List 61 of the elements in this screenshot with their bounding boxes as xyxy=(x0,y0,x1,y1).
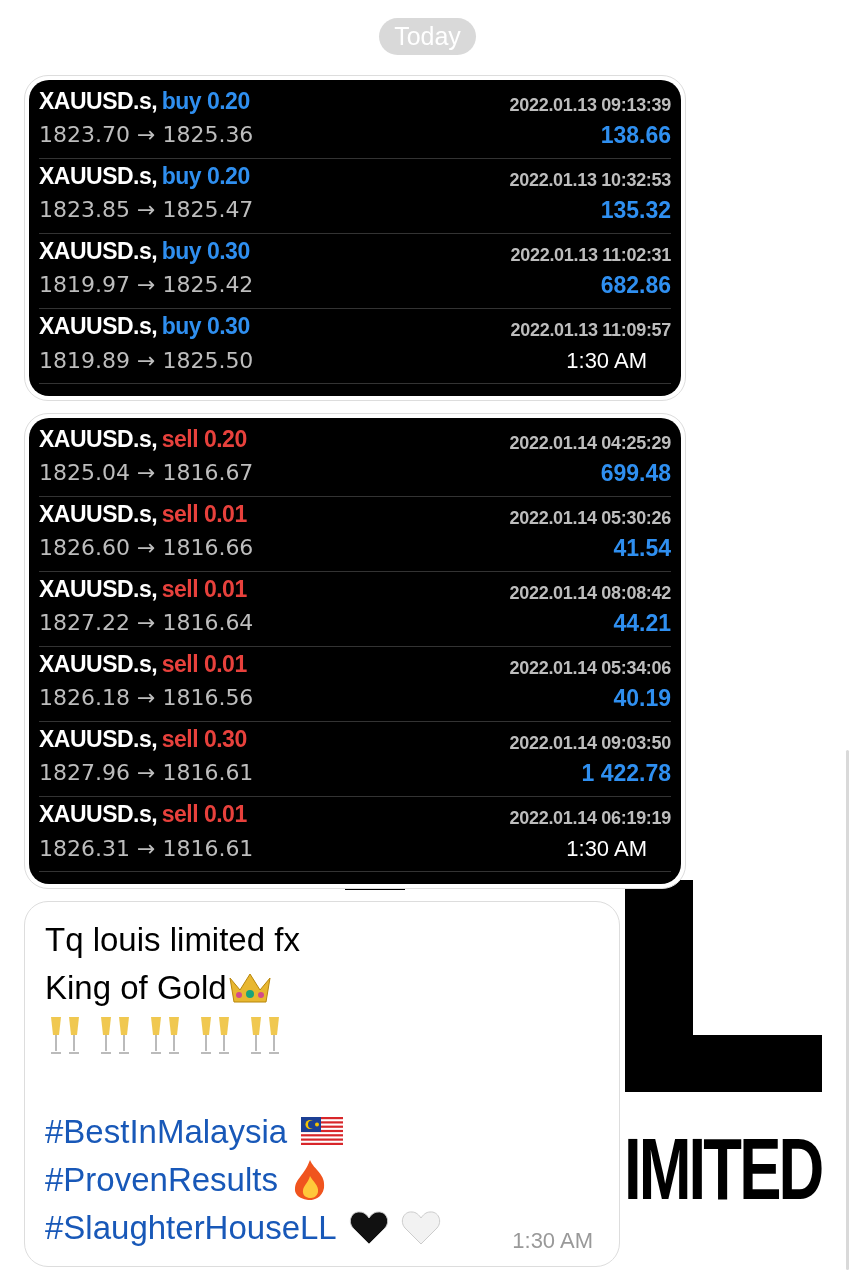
trade-side: buy 0.20 xyxy=(161,88,250,114)
trade-prices: 1819.97 → 1825.42 xyxy=(39,272,255,299)
trade-datetime: 2022.01.14 08:08:42 xyxy=(509,582,671,604)
trade-symbol: XAUUSD.s, xyxy=(39,801,158,827)
trade-symbol: XAUUSD.s, xyxy=(39,313,158,339)
trade-symbol: XAUUSD.s, xyxy=(39,238,158,264)
trade-side: sell 0.20 xyxy=(161,426,247,452)
trade-symbol: XAUUSD.s, xyxy=(39,88,158,114)
trade-prices: 1826.31 → 1816.61 xyxy=(39,836,255,863)
scrollbar[interactable] xyxy=(846,750,849,1270)
logo-text: IMITED xyxy=(624,1118,822,1220)
trade-symbol: XAUUSD.s, xyxy=(39,726,158,752)
trade-prices: 1827.22 → 1816.64 xyxy=(39,610,255,637)
trade-profit: 699.48 xyxy=(599,460,671,488)
trade-datetime: 2022.01.13 11:09:57 xyxy=(510,320,671,341)
message-time: 1:30 AM xyxy=(566,836,647,862)
message-text: King of Gold xyxy=(45,969,227,1007)
trade-prices: 1825.04 → 1816.67 xyxy=(39,460,255,487)
trade-side: sell 0.01 xyxy=(161,501,247,527)
message-text: Tq louis limited fx xyxy=(45,921,300,959)
trade-side: buy 0.30 xyxy=(161,238,250,264)
trade-prices: 1826.60 → 1816.66 xyxy=(39,535,255,562)
trade-profit: 44.21 xyxy=(612,610,671,638)
trade-symbol: XAUUSD.s, xyxy=(39,576,158,602)
message-time: 1:30 AM xyxy=(512,1228,593,1254)
trade-datetime: 2022.01.14 09:03:50 xyxy=(509,732,671,754)
trade-side: sell 0.01 xyxy=(161,576,247,602)
trade-datetime: 2022.01.13 11:02:31 xyxy=(510,244,671,266)
trade-side: buy 0.30 xyxy=(161,313,250,339)
hashtag-link[interactable]: #SlaughterHouseLL xyxy=(45,1209,337,1247)
trade-profit: 682.86 xyxy=(599,272,671,300)
trade-datetime: 2022.01.14 05:30:26 xyxy=(509,507,671,529)
trade-symbol: XAUUSD.s, xyxy=(39,163,158,189)
trade-symbol: XAUUSD.s, xyxy=(39,426,158,452)
trade-side: buy 0.20 xyxy=(161,163,250,189)
heart-icon xyxy=(400,1210,441,1246)
trade-datetime: 2022.01.14 04:25:29 xyxy=(509,432,671,454)
trade-prices: 1823.70 → 1825.36 xyxy=(39,122,255,149)
trade-datetime: 2022.01.13 10:32:53 xyxy=(509,169,671,191)
trade-datetime: 2022.01.14 06:19:19 xyxy=(509,808,671,829)
trade-prices: 1826.18 → 1816.56 xyxy=(39,685,255,712)
trade-symbol: XAUUSD.s, xyxy=(39,651,158,677)
trade-profit: 138.66 xyxy=(599,122,671,150)
trade-profit: 1 422.78 xyxy=(580,760,671,788)
trade-side: sell 0.30 xyxy=(161,726,247,752)
hashtag-link[interactable]: #BestInMalaysia xyxy=(45,1113,288,1151)
trade-symbol: XAUUSD.s, xyxy=(39,501,158,527)
trade-profit: 40.19 xyxy=(612,685,671,713)
trade-datetime: 2022.01.14 05:34:06 xyxy=(509,657,671,679)
trade-prices: 1819.89 → 1825.50 xyxy=(39,348,255,375)
trade-prices: 1823.85 → 1825.47 xyxy=(39,197,255,224)
message-time: 1:30 AM xyxy=(566,348,647,374)
trade-side: sell 0.01 xyxy=(161,801,247,827)
heart-icon xyxy=(348,1210,389,1246)
trade-prices: 1827.96 → 1816.61 xyxy=(39,760,255,787)
trade-side: sell 0.01 xyxy=(161,651,247,677)
trade-profit: 135.32 xyxy=(599,197,671,225)
flag-icon xyxy=(301,1117,344,1147)
trade-profit: 41.54 xyxy=(612,535,671,563)
hashtag-link[interactable]: #ProvenResults xyxy=(45,1161,278,1199)
trade-datetime: 2022.01.13 09:13:39 xyxy=(509,94,671,116)
